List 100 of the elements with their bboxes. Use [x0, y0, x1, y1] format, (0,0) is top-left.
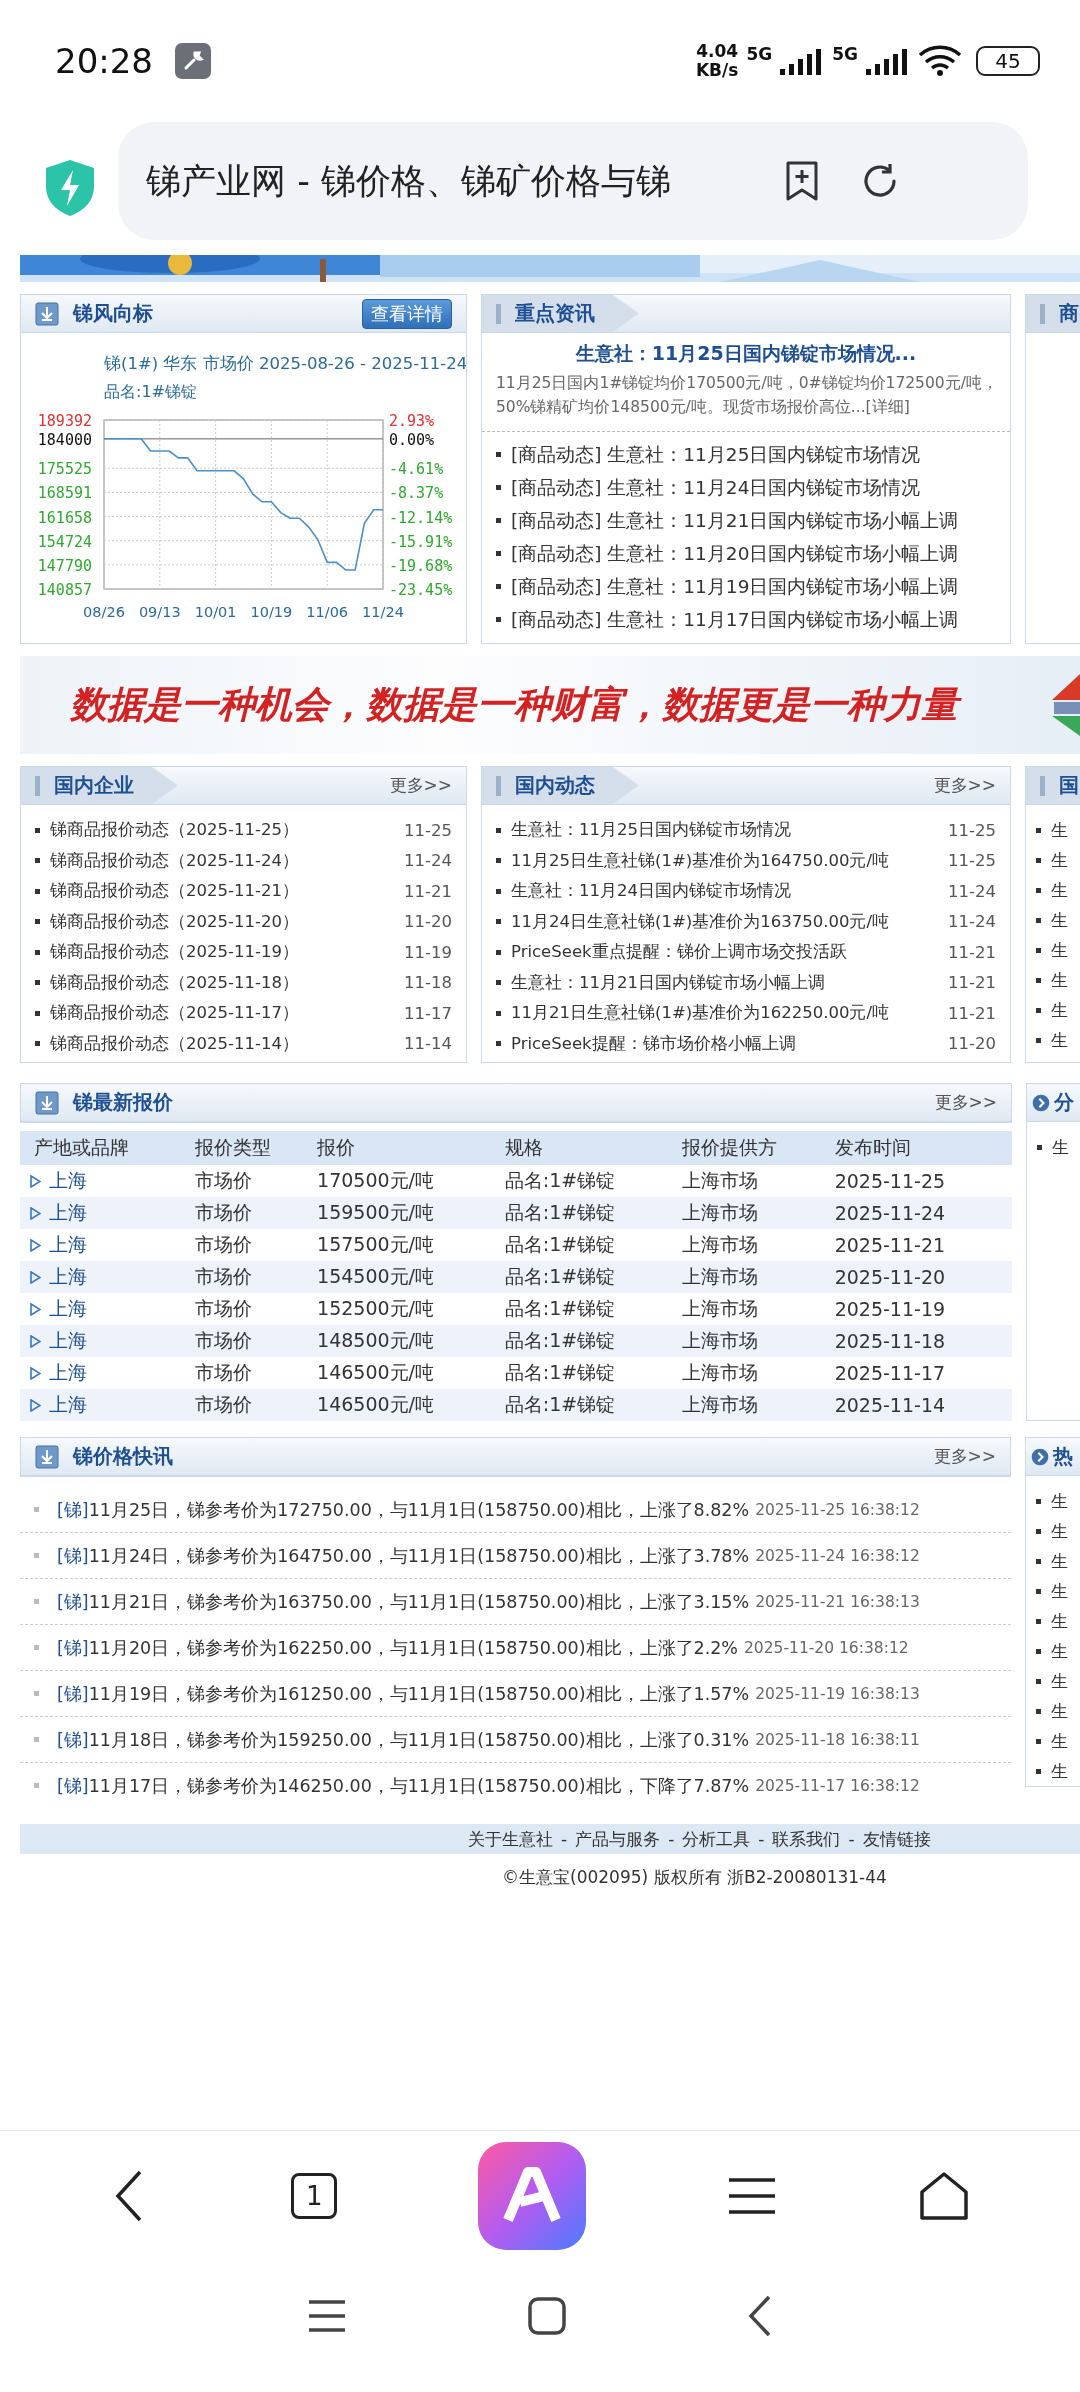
- timestamp: 2025-11-18 16:38:11: [755, 1730, 920, 1749]
- news-link[interactable]: 生: [1051, 968, 1068, 992]
- bullet-icon: [1036, 1558, 1042, 1564]
- menu-icon[interactable]: [726, 2176, 777, 2216]
- x-axis-label: 09/13: [138, 604, 181, 620]
- table-cell: 2025-11-24: [834, 1197, 1012, 1229]
- timestamp: 2025-11-24 16:38:12: [755, 1546, 920, 1565]
- more-link[interactable]: 更多>>: [933, 774, 996, 797]
- app-logo-icon[interactable]: [478, 2142, 586, 2250]
- category-link[interactable]: [锑]: [57, 1775, 89, 1796]
- category-link[interactable]: [锑]: [57, 1683, 89, 1704]
- more-link[interactable]: 更多>>: [934, 1091, 997, 1114]
- news-link[interactable]: 生: [1051, 1699, 1069, 1723]
- more-link[interactable]: 更多>>: [389, 774, 452, 797]
- category-link[interactable]: [锑]: [57, 1591, 89, 1612]
- news-link[interactable]: 生意社：11月24日国内锑锭市场情况: [511, 880, 791, 903]
- news-link[interactable]: 11月24日生意社锑(1#)基准价为163750.00元/吨: [511, 910, 889, 933]
- category-link[interactable]: [锑]: [57, 1729, 89, 1750]
- news-link[interactable]: 生: [1052, 1135, 1069, 1159]
- triangle-icon: [30, 1366, 41, 1380]
- news-link[interactable]: 生: [1051, 1639, 1069, 1663]
- news-link[interactable]: 生: [1051, 848, 1068, 872]
- news-link[interactable]: [商品动态] 生意社：11月21日国内锑锭市场小幅上调: [511, 508, 959, 533]
- news-link[interactable]: 生: [1051, 1609, 1069, 1633]
- news-link[interactable]: 生: [1051, 1669, 1069, 1693]
- x-axis-label: 10/01: [194, 604, 237, 620]
- address-bar[interactable]: 锑产业网 - 锑价格、锑矿价格与锑: [118, 122, 1028, 240]
- table-cell: 159500元/吨: [317, 1197, 505, 1229]
- category-link[interactable]: [锑]: [57, 1499, 89, 1520]
- signal-icon: [866, 47, 910, 75]
- menu-icon[interactable]: [307, 2299, 347, 2333]
- place-link[interactable]: 上海: [49, 1296, 87, 1322]
- timestamp: 2025-11-19 16:38:13: [755, 1684, 920, 1703]
- bullet-icon: [1036, 827, 1041, 833]
- table-cell: 154500元/吨: [317, 1261, 505, 1293]
- footer-link[interactable]: 友情链接: [862, 1827, 931, 1851]
- news-text: [锑]11月18日，锑参考价为159250.00，与11月1日(158750.00)相比，上涨了0.31%: [57, 1728, 750, 1752]
- speed-unit: KB/s: [695, 61, 739, 80]
- news-link[interactable]: 生: [1051, 908, 1068, 932]
- place-link[interactable]: 上海: [49, 1328, 87, 1354]
- news-link[interactable]: 锑商品报价动态（2025-11-18）: [50, 971, 299, 994]
- home-icon[interactable]: [917, 2170, 970, 2222]
- place-link[interactable]: 上海: [49, 1392, 87, 1418]
- place-link[interactable]: 上海: [49, 1264, 87, 1290]
- more-link[interactable]: 更多>>: [933, 1445, 997, 1468]
- news-link[interactable]: [商品动态] 生意社：11月25日国内锑锭市场情况: [511, 442, 921, 467]
- category-link[interactable]: [锑]: [57, 1637, 89, 1658]
- news-link[interactable]: 生: [1051, 818, 1068, 842]
- footer-link[interactable]: 分析工具: [682, 1827, 751, 1851]
- news-link[interactable]: 生: [1051, 998, 1068, 1022]
- news-link[interactable]: 生: [1051, 1489, 1069, 1513]
- news-link[interactable]: 锑商品报价动态（2025-11-21）: [50, 880, 299, 903]
- news-link[interactable]: 锑商品报价动态（2025-11-25）: [50, 819, 299, 842]
- bullet-icon: [496, 827, 501, 833]
- place-link[interactable]: 上海: [49, 1168, 87, 1194]
- category-link[interactable]: [锑]: [57, 1545, 89, 1566]
- table-cell: 市场价: [195, 1293, 318, 1325]
- news-link[interactable]: PriceSeek提醒：锑市场价格小幅上调: [511, 1032, 796, 1055]
- news-link[interactable]: [商品动态] 生意社：11月20日国内锑锭市场小幅上调: [511, 541, 959, 566]
- tabs-button[interactable]: 1: [291, 2173, 338, 2219]
- news-link[interactable]: 生意社：11月21日国内锑锭市场小幅上调: [511, 971, 825, 994]
- news-link[interactable]: 生: [1051, 878, 1068, 902]
- news-link[interactable]: 锑商品报价动态（2025-11-14）: [50, 1032, 299, 1055]
- news-link[interactable]: 生: [1051, 1519, 1069, 1543]
- news-link[interactable]: 11月21日生意社锑(1#)基准价为162250.00元/吨: [511, 1002, 889, 1025]
- footer-link[interactable]: 关于生意社: [468, 1827, 553, 1851]
- details-button[interactable]: 查看详情: [362, 298, 452, 329]
- news-link[interactable]: 锑商品报价动态（2025-11-24）: [50, 849, 299, 872]
- news-link[interactable]: 生: [1051, 1729, 1069, 1753]
- place-link[interactable]: 上海: [49, 1232, 87, 1258]
- news-link[interactable]: 生: [1051, 1028, 1068, 1052]
- news-link[interactable]: 锑商品报价动态（2025-11-20）: [50, 910, 299, 933]
- home-icon[interactable]: [527, 2296, 567, 2336]
- featured-headline[interactable]: 生意社：11月25日国内锑锭市场情况...: [575, 342, 917, 364]
- news-link[interactable]: 生: [1051, 938, 1068, 962]
- back-icon[interactable]: [747, 2294, 773, 2338]
- place-link[interactable]: 上海: [49, 1200, 87, 1226]
- news-link[interactable]: 11月25日生意社锑(1#)基准价为164750.00元/吨: [511, 849, 889, 872]
- footer-link[interactable]: 产品与服务: [575, 1827, 661, 1851]
- news-link[interactable]: PriceSeek重点提醒：锑价上调市场交投活跃: [511, 941, 847, 964]
- news-link[interactable]: 生: [1051, 1549, 1069, 1573]
- bullet-icon: [35, 888, 40, 894]
- footer-link[interactable]: 联系我们: [772, 1827, 841, 1851]
- bullet-icon: [35, 1041, 40, 1047]
- news-link[interactable]: [商品动态] 生意社：11月24日国内锑锭市场情况: [511, 475, 921, 500]
- news-date: 11-21: [948, 942, 996, 962]
- news-link[interactable]: 生意社：11月25日国内锑锭市场情况: [511, 819, 791, 842]
- place-link[interactable]: 上海: [49, 1360, 87, 1386]
- news-link[interactable]: [商品动态] 生意社：11月17日国内锑锭市场小幅上调: [511, 607, 959, 632]
- news-link[interactable]: 锑商品报价动态（2025-11-19）: [50, 941, 299, 964]
- panel-title: 锑价格快讯: [73, 1443, 173, 1470]
- table-cell: 市场价: [195, 1325, 318, 1357]
- news-link[interactable]: [商品动态] 生意社：11月19日国内锑锭市场小幅上调: [511, 574, 959, 599]
- table-cell: 上海市场: [682, 1229, 835, 1261]
- table-cell: 170500元/吨: [317, 1165, 505, 1197]
- bullet-icon: [496, 1010, 501, 1016]
- news-link[interactable]: 锑商品报价动态（2025-11-17）: [50, 1002, 299, 1025]
- download-icon: [35, 1090, 59, 1115]
- news-link[interactable]: 生: [1051, 1579, 1069, 1603]
- news-link[interactable]: 生: [1051, 1759, 1069, 1783]
